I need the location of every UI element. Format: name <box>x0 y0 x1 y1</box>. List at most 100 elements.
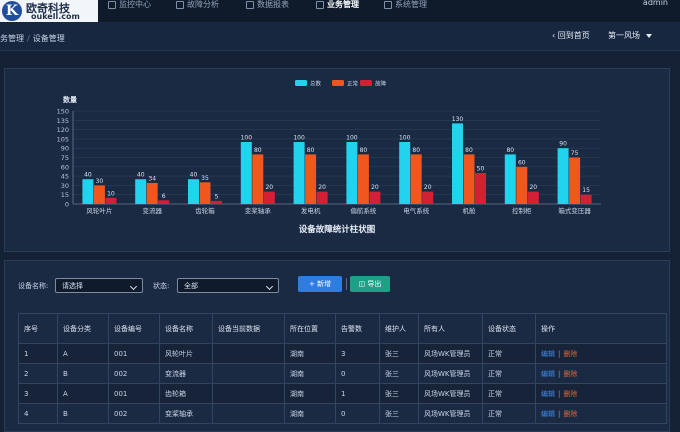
device-name-select[interactable]: 请选择 <box>55 278 143 293</box>
column-header: 告警数 <box>335 313 380 344</box>
status-select[interactable]: 全部 <box>177 278 279 293</box>
y-tick-label: 30 <box>61 182 69 190</box>
bar-value-label: 40 <box>84 172 92 179</box>
y-tick-label: 75 <box>61 154 69 162</box>
bar <box>188 179 199 204</box>
edit-link[interactable]: 编辑 <box>541 390 555 398</box>
x-tick-label: 箱式变压器 <box>558 206 591 215</box>
bar <box>463 154 475 204</box>
column-header: 设备当前数据 <box>212 313 285 344</box>
nav-item-business[interactable]: 业务管理 <box>316 0 359 9</box>
user-menu[interactable]: admin <box>643 0 668 7</box>
bar <box>105 197 117 204</box>
edit-link[interactable]: 编辑 <box>541 350 555 358</box>
status-label: 状态: <box>153 282 170 290</box>
bar-value-label: 50 <box>477 166 485 173</box>
chevron-down-icon <box>265 282 274 291</box>
bar <box>263 191 275 204</box>
nav-item-label: 故障分析 <box>187 0 219 9</box>
breadcrumb: 务管理 / 设备管理 <box>0 33 65 44</box>
nav-item-system[interactable]: 系统管理 <box>384 0 427 9</box>
bar-value-label: 40 <box>190 172 198 179</box>
cell-alarms: 1 <box>335 383 380 404</box>
bar-value-label: 75 <box>571 150 579 157</box>
cell-alarms: 0 <box>335 403 380 424</box>
nav-item-label: 监控中心 <box>119 0 151 9</box>
action-divider: | <box>558 409 561 418</box>
bar-value-label: 5 <box>215 193 219 200</box>
bar <box>316 191 328 204</box>
cell-current-data <box>212 403 285 424</box>
delete-link[interactable]: 删除 <box>563 390 577 398</box>
column-header: 维护人 <box>379 313 419 344</box>
nav-item-monitor[interactable]: 监控中心 <box>108 0 151 9</box>
column-header: 设备分类 <box>57 313 109 344</box>
farm-select[interactable]: 第一风场 <box>608 30 652 41</box>
delete-link[interactable]: 删除 <box>563 410 577 418</box>
report-icon <box>246 0 254 9</box>
bar-value-label: 80 <box>307 147 315 154</box>
column-header: 所在位置 <box>284 313 336 344</box>
back-home-button[interactable]: ‹ 回到首页 <box>552 30 590 41</box>
bar-value-label: 35 <box>201 175 209 182</box>
nav-item-fault-analysis[interactable]: 故障分析 <box>176 0 219 9</box>
monitor-icon <box>108 0 116 9</box>
cell-actions: 编辑 | 删除 <box>535 343 667 364</box>
edit-link[interactable]: 编辑 <box>541 410 555 418</box>
x-tick-label: 控制柜 <box>512 206 532 215</box>
bar-value-label: 100 <box>346 135 358 142</box>
table-row: 1 A 001 风轮叶片 湖南 3 张三 风场WK管理员 正常 编辑 | 删除 <box>18 343 667 364</box>
table-header-row: 序号 设备分类 设备编号 设备名称 设备当前数据 所在位置 告警数 维护人 所有… <box>18 313 667 344</box>
cell-status: 正常 <box>482 403 536 424</box>
cell-code: 001 <box>108 383 160 404</box>
action-divider: | <box>558 389 561 398</box>
bar-value-label: 40 <box>137 172 145 179</box>
back-home-label: 回到首页 <box>557 31 590 40</box>
cell-code: 002 <box>108 363 160 384</box>
bar <box>93 185 105 204</box>
cell-no: 1 <box>18 343 58 364</box>
cell-maintainer: 张三 <box>379 403 419 424</box>
x-tick-label: 齿轮箱 <box>195 206 215 215</box>
breadcrumb-current: 设备管理 <box>32 34 65 43</box>
cell-category: B <box>57 403 109 424</box>
brand-logo[interactable]: K 欧奇科技 oukell.com <box>0 0 98 22</box>
bar-value-label: 80 <box>412 147 420 154</box>
bar-value-label: 34 <box>148 175 156 182</box>
breadcrumb-parent[interactable]: 务管理 <box>0 34 24 43</box>
delete-link[interactable]: 删除 <box>563 370 577 378</box>
bar <box>135 179 147 204</box>
cell-owner: 风场WK管理员 <box>418 403 483 424</box>
add-button[interactable]: + 新增 <box>298 276 342 292</box>
delete-link[interactable]: 删除 <box>563 350 577 358</box>
bar-value-label: 80 <box>254 147 262 154</box>
business-icon <box>316 0 324 9</box>
bar-value-label: 100 <box>241 135 253 142</box>
legend-swatch <box>360 80 372 86</box>
nav-item-reports[interactable]: 数据报表 <box>246 0 289 9</box>
cell-code: 002 <box>108 403 160 424</box>
bar-value-label: 80 <box>360 147 368 154</box>
table-row: 4 B 002 变桨轴承 湖南 0 张三 风场WK管理员 正常 编辑 | 删除 <box>18 403 667 424</box>
bar <box>399 142 411 204</box>
device-table: 序号 设备分类 设备编号 设备名称 设备当前数据 所在位置 告警数 维护人 所有… <box>18 313 667 424</box>
table-row: 3 A 001 齿轮箱 湖南 1 张三 风场WK管理员 正常 编辑 | 删除 <box>18 383 667 404</box>
bar <box>569 157 581 204</box>
bar <box>252 154 264 204</box>
cell-actions: 编辑 | 删除 <box>535 403 667 424</box>
bar <box>504 154 516 204</box>
bar-value-label: 60 <box>518 159 526 166</box>
x-tick-label: 变桨轴承 <box>245 206 272 215</box>
export-button[interactable]: ◫ 导出 <box>350 276 390 292</box>
legend-label: 正常 <box>347 80 359 88</box>
cell-maintainer: 张三 <box>379 343 419 364</box>
legend-label: 故障 <box>375 80 387 88</box>
cell-maintainer: 张三 <box>379 383 419 404</box>
cell-name: 变流器 <box>159 363 213 384</box>
device-name-select-value: 请选择 <box>62 282 83 290</box>
edit-link[interactable]: 编辑 <box>541 370 555 378</box>
bar <box>516 166 528 204</box>
x-tick-label: 偏航系统 <box>350 206 377 215</box>
cell-no: 2 <box>18 363 58 384</box>
cell-code: 001 <box>108 343 160 364</box>
